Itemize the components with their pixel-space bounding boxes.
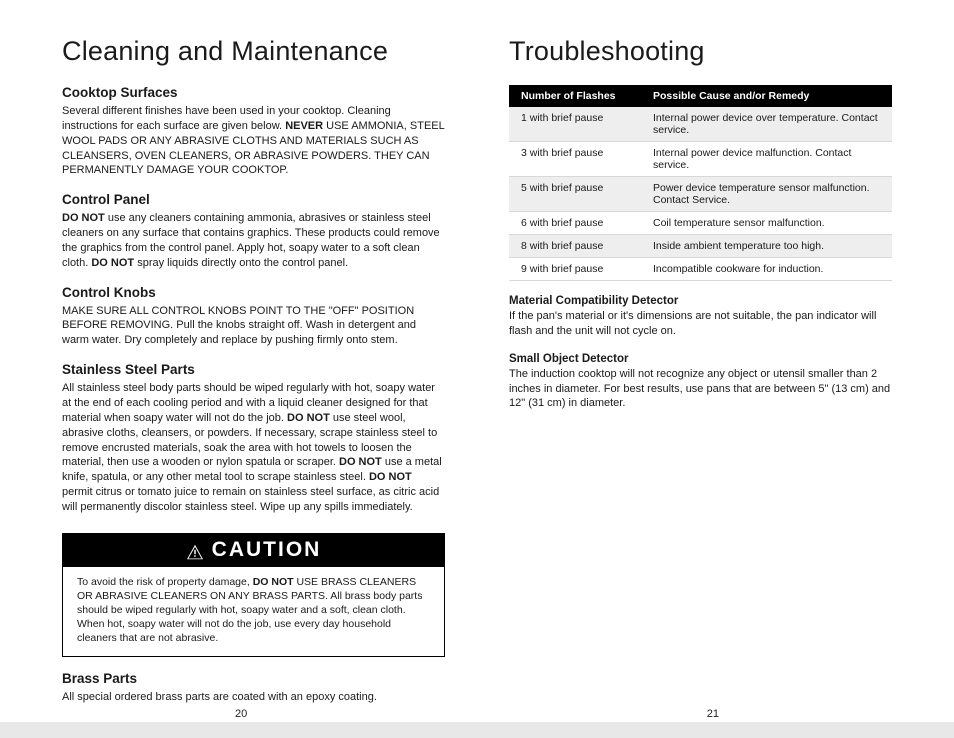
- left-column: Cleaning and Maintenance Cooktop Surface…: [62, 30, 445, 708]
- material-detector-heading: Material Compatibility Detector: [509, 295, 892, 307]
- caution-seg1: To avoid the risk of property damage,: [77, 576, 253, 588]
- control-panel-heading: Control Panel: [62, 192, 445, 207]
- left-title: Cleaning and Maintenance: [62, 36, 445, 67]
- flash-cause: Inside ambient temperature too high.: [641, 235, 892, 258]
- never-bold: NEVER: [285, 120, 323, 132]
- ss-dn3: DO NOT: [369, 471, 412, 483]
- manual-spread: Product Care Product Care Cleaning and M…: [0, 0, 954, 738]
- cooktop-surfaces-body: Several different finishes have been use…: [62, 104, 445, 178]
- flash-th-number: Number of Flashes: [509, 85, 641, 107]
- right-column: Troubleshooting Number of Flashes Possib…: [509, 30, 892, 708]
- flash-cause: Incompatible cookware for induction.: [641, 258, 892, 281]
- right-title: Troubleshooting: [509, 36, 892, 67]
- control-knobs-heading: Control Knobs: [62, 285, 445, 300]
- table-row: 6 with brief pause Coil temperature sens…: [509, 212, 892, 235]
- flash-th-cause: Possible Cause and/or Remedy: [641, 85, 892, 107]
- small-object-body: The induction cooktop will not recognize…: [509, 367, 892, 412]
- flash-count: 1 with brief pause: [509, 107, 641, 142]
- page-number-left: 20: [235, 708, 247, 720]
- flash-cause: Coil temperature sensor malfunction.: [641, 212, 892, 235]
- stainless-steel-heading: Stainless Steel Parts: [62, 362, 445, 377]
- table-row: 9 with brief pause Incompatible cookware…: [509, 258, 892, 281]
- caution-label: CAUTION: [212, 538, 322, 562]
- ss-dn1: DO NOT: [287, 412, 330, 424]
- brass-parts-body: All special ordered brass parts are coat…: [62, 690, 445, 705]
- page-number-right: 21: [707, 708, 719, 720]
- page-sheet: Cleaning and Maintenance Cooktop Surface…: [0, 0, 954, 722]
- cooktop-surfaces-heading: Cooktop Surfaces: [62, 85, 445, 100]
- flash-cause: Internal power device over temperature. …: [641, 107, 892, 142]
- flash-cause: Internal power device malfunction. Conta…: [641, 142, 892, 177]
- flash-count: 8 with brief pause: [509, 235, 641, 258]
- table-row: 3 with brief pause Internal power device…: [509, 142, 892, 177]
- table-row: 8 with brief pause Inside ambient temper…: [509, 235, 892, 258]
- ctrl-panel-seg2: spray liquids directly onto the control …: [134, 257, 348, 269]
- flash-count: 3 with brief pause: [509, 142, 641, 177]
- small-object-heading: Small Object Detector: [509, 353, 892, 365]
- flash-table-header-row: Number of Flashes Possible Cause and/or …: [509, 85, 892, 107]
- caution-box: CAUTION To avoid the risk of property da…: [62, 533, 445, 657]
- flash-count: 5 with brief pause: [509, 177, 641, 212]
- ss-dn2: DO NOT: [339, 456, 382, 468]
- control-panel-body: DO NOT use any cleaners containing ammon…: [62, 211, 445, 270]
- ss-seg4: permit citrus or tomato juice to remain …: [62, 486, 439, 513]
- material-detector-body: If the pan's material or it's dimensions…: [509, 309, 892, 339]
- flash-count: 9 with brief pause: [509, 258, 641, 281]
- table-row: 5 with brief pause Power device temperat…: [509, 177, 892, 212]
- caution-dn: DO NOT: [253, 576, 294, 588]
- warning-icon: [186, 542, 204, 558]
- ctrl-panel-dn2: DO NOT: [91, 257, 134, 269]
- flash-count: 6 with brief pause: [509, 212, 641, 235]
- table-row: 1 with brief pause Internal power device…: [509, 107, 892, 142]
- caution-header: CAUTION: [63, 534, 444, 567]
- brass-parts-heading: Brass Parts: [62, 671, 445, 686]
- caution-body: To avoid the risk of property damage, DO…: [63, 567, 444, 656]
- ctrl-panel-dn1: DO NOT: [62, 212, 105, 224]
- stainless-steel-body: All stainless steel body parts should be…: [62, 381, 445, 515]
- flash-table: Number of Flashes Possible Cause and/or …: [509, 85, 892, 281]
- control-knobs-body: MAKE SURE ALL CONTROL KNOBS POINT TO THE…: [62, 304, 445, 349]
- flash-cause: Power device temperature sensor malfunct…: [641, 177, 892, 212]
